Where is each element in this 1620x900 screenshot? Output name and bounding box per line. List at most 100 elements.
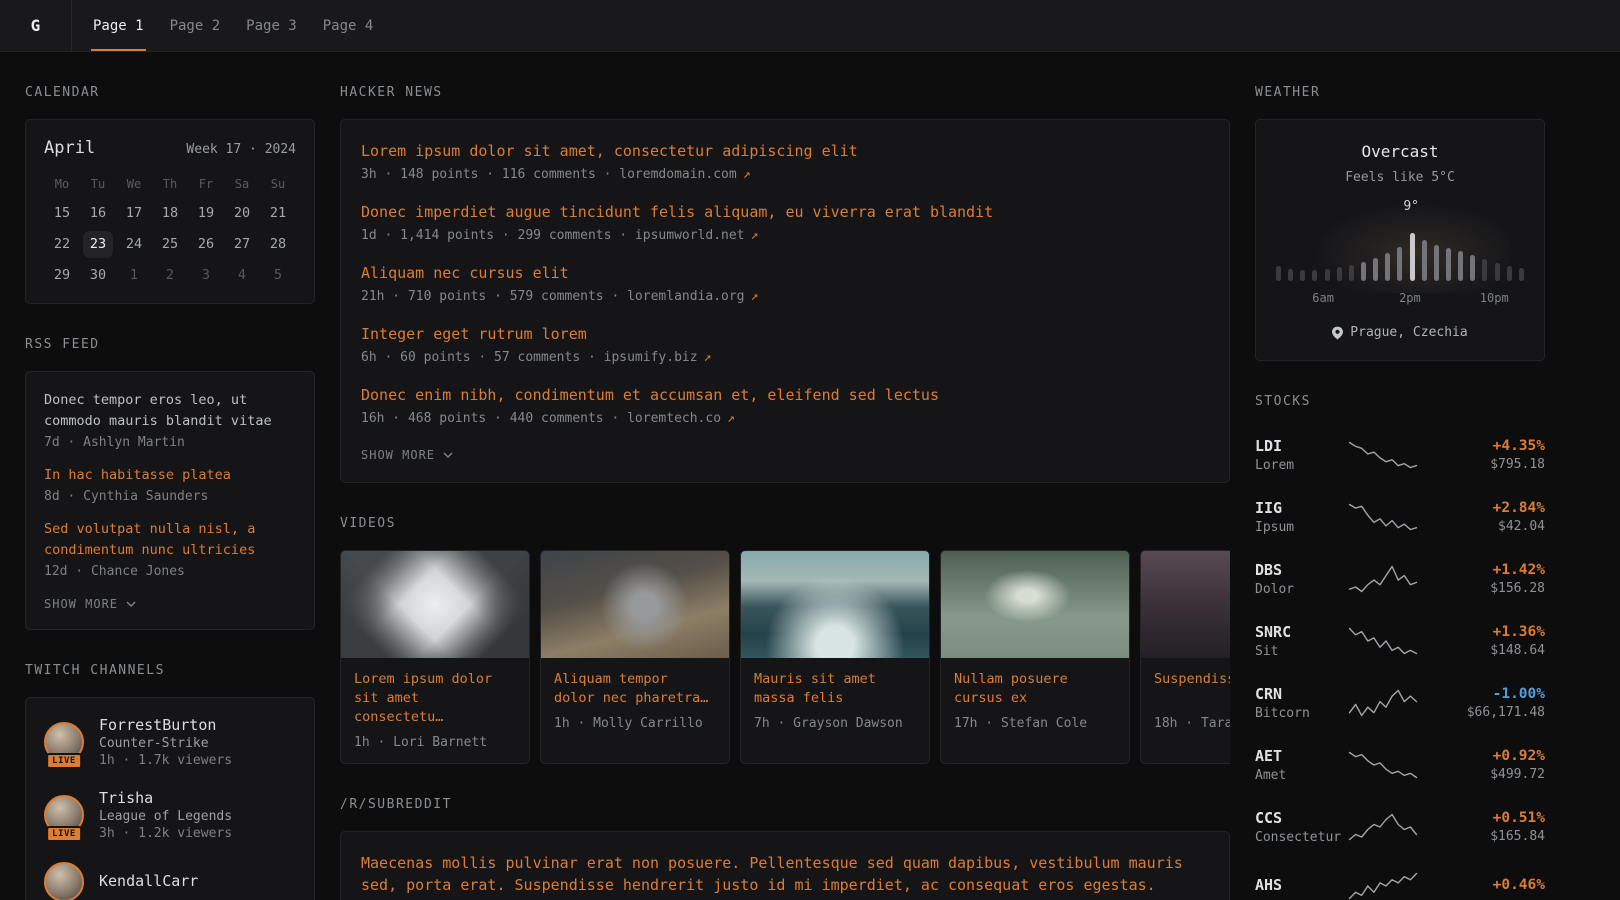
rss-section: RSS Feed Donec tempor eros leo, ut commo… <box>25 337 315 630</box>
rss-item-title[interactable]: Donec tempor eros leo, ut commodo mauris… <box>44 390 296 432</box>
stock-row[interactable]: CCS Consectetur +0.51% $165.84 <box>1255 796 1545 858</box>
videos-section-title: Videos <box>340 516 1230 531</box>
twitch-section-title: Twitch Channels <box>25 663 315 678</box>
video-title[interactable]: Suspendisse diam <box>1154 670 1230 708</box>
twitch-channel[interactable]: KendallCarr <box>44 862 296 900</box>
twitch-channel[interactable]: LIVE Trisha League of Legends 3h · 1.2k … <box>44 789 296 841</box>
subreddit-section: /r/subreddit Maecenas mollis pulvinar er… <box>340 797 1230 900</box>
stock-price: $165.84 <box>1490 829 1545 844</box>
video-thumbnail[interactable] <box>941 551 1129 658</box>
hn-item-title[interactable]: Integer eget rutrum lorem <box>361 323 1209 345</box>
app-logo[interactable]: G <box>0 0 72 51</box>
stock-sparkline <box>1347 626 1419 656</box>
stock-name: Bitcorn <box>1255 706 1347 721</box>
weather-bar <box>1507 266 1512 281</box>
weather-time-label: 10pm <box>1480 291 1509 305</box>
subreddit-section-title: /r/subreddit <box>340 797 1230 812</box>
stock-id: CCS Consectetur <box>1255 809 1347 845</box>
stock-id: AET Amet <box>1255 747 1347 783</box>
external-link-icon[interactable]: ↗ <box>751 289 759 304</box>
video-thumbnail[interactable] <box>1141 551 1230 658</box>
video-body: Lorem ipsum dolor sit amet consectetu… 1… <box>341 658 529 763</box>
hn-item-title[interactable]: Aliquam nec cursus elit <box>361 262 1209 284</box>
video-card[interactable]: Mauris sit amet massa felis 7h · Grayson… <box>740 550 930 764</box>
video-title[interactable]: Mauris sit amet massa felis <box>754 670 916 708</box>
calendar-day: 5 <box>260 260 296 291</box>
stock-row[interactable]: IIG Ipsum +2.84% $42.04 <box>1255 486 1545 548</box>
video-meta: 18h · Tara Walton <box>1154 716 1230 731</box>
calendar-day: 21 <box>260 198 296 229</box>
hn-item-meta-text: 6h · 60 points · 57 comments · ipsumify.… <box>361 350 698 365</box>
page-tab[interactable]: Page 3 <box>244 0 299 51</box>
video-title[interactable]: Aliquam tempor dolor nec pharetra… <box>554 670 716 708</box>
external-link-icon[interactable]: ↗ <box>704 350 712 365</box>
stock-change: +1.42% <box>1490 562 1545 578</box>
external-link-icon[interactable]: ↗ <box>751 228 759 243</box>
calendar-day-header: Sa <box>224 170 260 198</box>
hn-item-meta: 3h · 148 points · 116 comments · loremdo… <box>361 167 1209 182</box>
stock-name: Dolor <box>1255 582 1347 597</box>
twitch-channel[interactable]: LIVE ForrestBurton Counter-Strike 1h · 1… <box>44 716 296 768</box>
external-link-icon[interactable]: ↗ <box>743 167 751 182</box>
hn-item-title[interactable]: Donec enim nibh, condimentum et accumsan… <box>361 384 1209 406</box>
calendar-header: April Week 17 · 2024 <box>44 138 296 158</box>
weather-bar <box>1519 268 1524 281</box>
hackernews-section: Hacker News Lorem ipsum dolor sit amet, … <box>340 85 1230 483</box>
page-tab[interactable]: Page 1 <box>91 0 146 51</box>
video-thumbnail[interactable] <box>341 551 529 658</box>
rss-item-title[interactable]: Sed volutpat nulla nisl, a condimentum n… <box>44 519 296 561</box>
stock-ticker: IIG <box>1255 499 1347 517</box>
stock-row[interactable]: AET Amet +0.92% $499.72 <box>1255 734 1545 796</box>
calendar-day: 29 <box>44 260 80 291</box>
calendar-day: 23 <box>83 231 113 258</box>
channel-viewers: 1h · 1.7k viewers <box>99 753 232 768</box>
stock-row[interactable]: SNRC Sit +1.36% $148.64 <box>1255 610 1545 672</box>
stock-price: $795.18 <box>1490 457 1545 472</box>
stock-change: +1.36% <box>1490 624 1545 640</box>
weather-time-label: 6am <box>1312 291 1334 305</box>
stock-name: Ipsum <box>1255 520 1347 535</box>
video-card[interactable]: Suspendisse diam 18h · Tara Walton <box>1140 550 1230 764</box>
stock-name: Lorem <box>1255 458 1347 473</box>
video-title[interactable]: Lorem ipsum dolor sit amet consectetu… <box>354 670 516 727</box>
stock-ticker: CRN <box>1255 685 1347 703</box>
dashboard: Calendar April Week 17 · 2024 MoTuWeThFr… <box>0 52 1620 900</box>
calendar-day: 24 <box>116 229 152 260</box>
stock-values: +4.35% $795.18 <box>1490 438 1545 472</box>
video-card[interactable]: Aliquam tempor dolor nec pharetra… 1h · … <box>540 550 730 764</box>
stock-row[interactable]: LDI Lorem +4.35% $795.18 <box>1255 424 1545 486</box>
stock-sparkline <box>1347 871 1419 900</box>
weather-bar <box>1337 267 1342 281</box>
video-thumbnail[interactable] <box>541 551 729 658</box>
page-tab[interactable]: Page 4 <box>321 0 376 51</box>
hn-item-title[interactable]: Lorem ipsum dolor sit amet, consectetur … <box>361 140 1209 162</box>
stock-id: DBS Dolor <box>1255 561 1347 597</box>
stock-name: Consectetur <box>1255 830 1347 845</box>
weather-bar <box>1373 258 1378 281</box>
external-link-icon[interactable]: ↗ <box>727 411 735 426</box>
stock-change: -1.00% <box>1467 686 1545 702</box>
video-card[interactable]: Lorem ipsum dolor sit amet consectetu… 1… <box>340 550 530 764</box>
weather-bar <box>1276 266 1281 281</box>
stock-ticker: AHS <box>1255 876 1347 894</box>
video-thumbnail[interactable] <box>741 551 929 658</box>
calendar-days: 1516171819202122232425262728293012345 <box>44 198 296 291</box>
calendar-day: 15 <box>44 198 80 229</box>
weather-bar <box>1397 247 1402 281</box>
video-title[interactable]: Nullam posuere cursus ex <box>954 670 1116 708</box>
page-tab[interactable]: Page 2 <box>168 0 223 51</box>
stock-row[interactable]: CRN Bitcorn -1.00% $66,171.48 <box>1255 672 1545 734</box>
avatar <box>44 862 84 900</box>
stock-row[interactable]: AHS +0.46% <box>1255 858 1545 900</box>
rss-item-title[interactable]: In hac habitasse platea <box>44 465 296 486</box>
reddit-post-title[interactable]: Maecenas mollis pulvinar erat non posuer… <box>361 852 1209 896</box>
show-more-button[interactable]: Show More <box>361 448 453 462</box>
hn-item-title[interactable]: Donec imperdiet augue tincidunt felis al… <box>361 201 1209 223</box>
stock-ticker: SNRC <box>1255 623 1347 641</box>
stock-row[interactable]: DBS Dolor +1.42% $156.28 <box>1255 548 1545 610</box>
hn-item-meta: 1d · 1,414 points · 299 comments · ipsum… <box>361 228 1209 243</box>
stock-change: +4.35% <box>1490 438 1545 454</box>
stock-values: +1.36% $148.64 <box>1490 624 1545 658</box>
video-card[interactable]: Nullam posuere cursus ex 17h · Stefan Co… <box>940 550 1130 764</box>
show-more-button[interactable]: Show More <box>44 597 136 611</box>
